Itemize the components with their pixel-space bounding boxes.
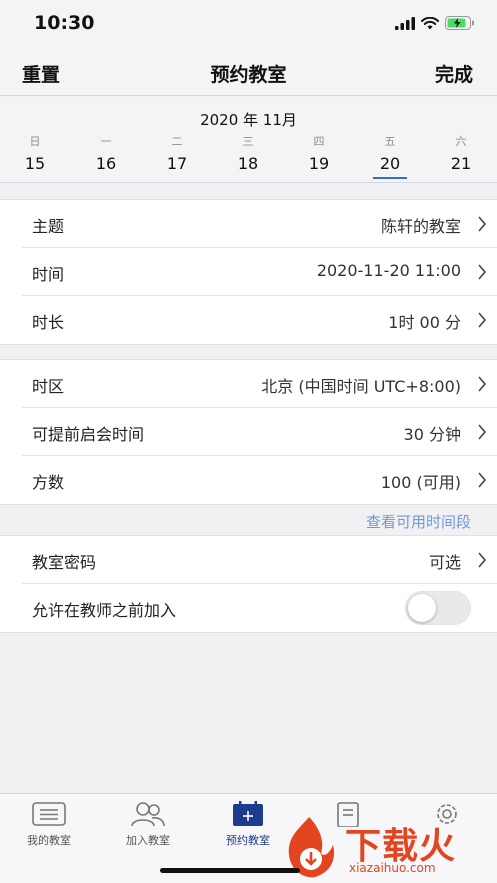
calendar-date: 19 — [308, 154, 330, 173]
row-value: 100 (可用) — [380, 473, 461, 492]
row-value: 2020-11-20 11:00 — [316, 261, 461, 280]
calendar-day-18[interactable]: 三 18 — [223, 135, 273, 181]
selected-day-indicator — [373, 177, 407, 179]
calendar-date: 16 — [95, 154, 117, 173]
row-value: 可选 — [428, 553, 461, 572]
battery-charging-icon — [445, 16, 474, 30]
row-value: 北京 (中国时间 UTC+8:00) — [261, 377, 461, 396]
watermark-url: xiazaihuo.com — [349, 861, 436, 875]
timezone-row[interactable]: 时区 北京 (中国时间 UTC+8:00) — [22, 360, 497, 408]
calendar-date: 21 — [450, 154, 472, 173]
calendar-day-19[interactable]: 四 19 — [294, 135, 344, 181]
tab-label: 我的教室 — [27, 834, 71, 847]
chevron-right-icon — [478, 472, 487, 488]
time-row[interactable]: 时间 2020-11-20 11:00 — [22, 248, 497, 296]
chevron-right-icon — [478, 552, 487, 568]
row-label: 允许在教师之前加入 — [32, 601, 177, 620]
nav-bar: 重置 预约教室 完成 — [0, 48, 497, 96]
duration-row[interactable]: 时长 1时 00 分 — [22, 296, 497, 344]
chevron-right-icon — [478, 264, 487, 280]
calendar-date: 15 — [24, 154, 46, 173]
chevron-right-icon — [478, 424, 487, 440]
tab-my-classrooms[interactable]: 我的教室 — [4, 800, 94, 848]
calendar-weekday: 三 — [242, 135, 254, 148]
row-label: 时长 — [32, 313, 65, 332]
calendar-weekday: 二 — [171, 135, 183, 148]
topic-row[interactable]: 主题 陈轩的教室 — [22, 200, 497, 248]
tab-label: 加入教室 — [126, 834, 170, 847]
row-label: 可提前启会时间 — [32, 425, 145, 444]
row-label: 时间 — [32, 265, 65, 284]
list-icon — [32, 802, 66, 826]
row-label: 主题 — [32, 217, 65, 236]
row-label: 方数 — [32, 473, 65, 492]
calendar-date: 20 — [379, 154, 401, 173]
settings-group-security: 教室密码 可选 允许在教师之前加入 — [0, 535, 497, 633]
chevron-right-icon — [478, 312, 487, 328]
calendar-weekday: 日 — [29, 135, 41, 148]
home-indicator — [160, 868, 300, 873]
page-title: 预约教室 — [210, 64, 287, 86]
calendar-date: 17 — [166, 154, 188, 173]
calendar-day-15[interactable]: 日 15 — [10, 135, 60, 181]
calendar-day-17[interactable]: 二 17 — [152, 135, 202, 181]
calendar-days: 日 15 一 16 二 17 三 18 四 19 五 20 六 21 — [0, 135, 497, 181]
tab-join-classroom[interactable]: 加入教室 — [103, 800, 193, 848]
allow-join-before-teacher-toggle[interactable] — [405, 591, 471, 625]
status-bar: 10:30 — [0, 0, 497, 48]
done-button[interactable]: 完成 — [435, 60, 473, 87]
row-value: 陈轩的教室 — [380, 217, 461, 236]
row-label: 教室密码 — [32, 553, 97, 572]
settings-group-basic: 主题 陈轩的教室 时间 2020-11-20 11:00 时长 1时 00 分 — [0, 199, 497, 345]
cellular-signal-icon — [395, 16, 415, 30]
settings-group-advanced: 时区 北京 (中国时间 UTC+8:00) 可提前启会时间 30 分钟 方数 1… — [0, 359, 497, 505]
calendar-date: 18 — [237, 154, 259, 173]
wifi-icon — [421, 16, 439, 29]
calendar-month: 2020 年 11月 — [200, 111, 297, 129]
calendar-weekday: 四 — [313, 135, 325, 148]
people-icon — [131, 802, 165, 827]
status-time: 10:30 — [34, 12, 95, 34]
calendar-weekday: 六 — [455, 135, 467, 148]
row-value: 1时 00 分 — [388, 313, 461, 332]
week-calendar: 2020 年 11月 日 15 一 16 二 17 三 18 四 19 五 20… — [0, 97, 497, 183]
view-available-times-link[interactable]: 查看可用时间段 — [366, 511, 471, 532]
calendar-day-16[interactable]: 一 16 — [81, 135, 131, 181]
status-icons — [395, 16, 475, 30]
chevron-right-icon — [478, 216, 487, 232]
calendar-plus-icon — [233, 801, 263, 826]
capacity-row[interactable]: 方数 100 (可用) — [22, 456, 497, 504]
row-label: 时区 — [32, 377, 65, 396]
row-value: 30 分钟 — [403, 425, 461, 444]
watermark: 下载火 xiazaihuo.com — [279, 815, 489, 883]
calendar-weekday: 五 — [384, 135, 396, 148]
calendar-weekday: 一 — [100, 135, 112, 148]
calendar-day-21[interactable]: 六 21 — [436, 135, 486, 181]
calendar-day-20-selected[interactable]: 五 20 — [365, 135, 415, 181]
toggle-knob — [408, 594, 436, 622]
allow-join-before-teacher-row: 允许在教师之前加入 — [22, 584, 497, 632]
chevron-right-icon — [478, 376, 487, 392]
password-row[interactable]: 教室密码 可选 — [22, 536, 497, 584]
early-start-row[interactable]: 可提前启会时间 30 分钟 — [22, 408, 497, 456]
